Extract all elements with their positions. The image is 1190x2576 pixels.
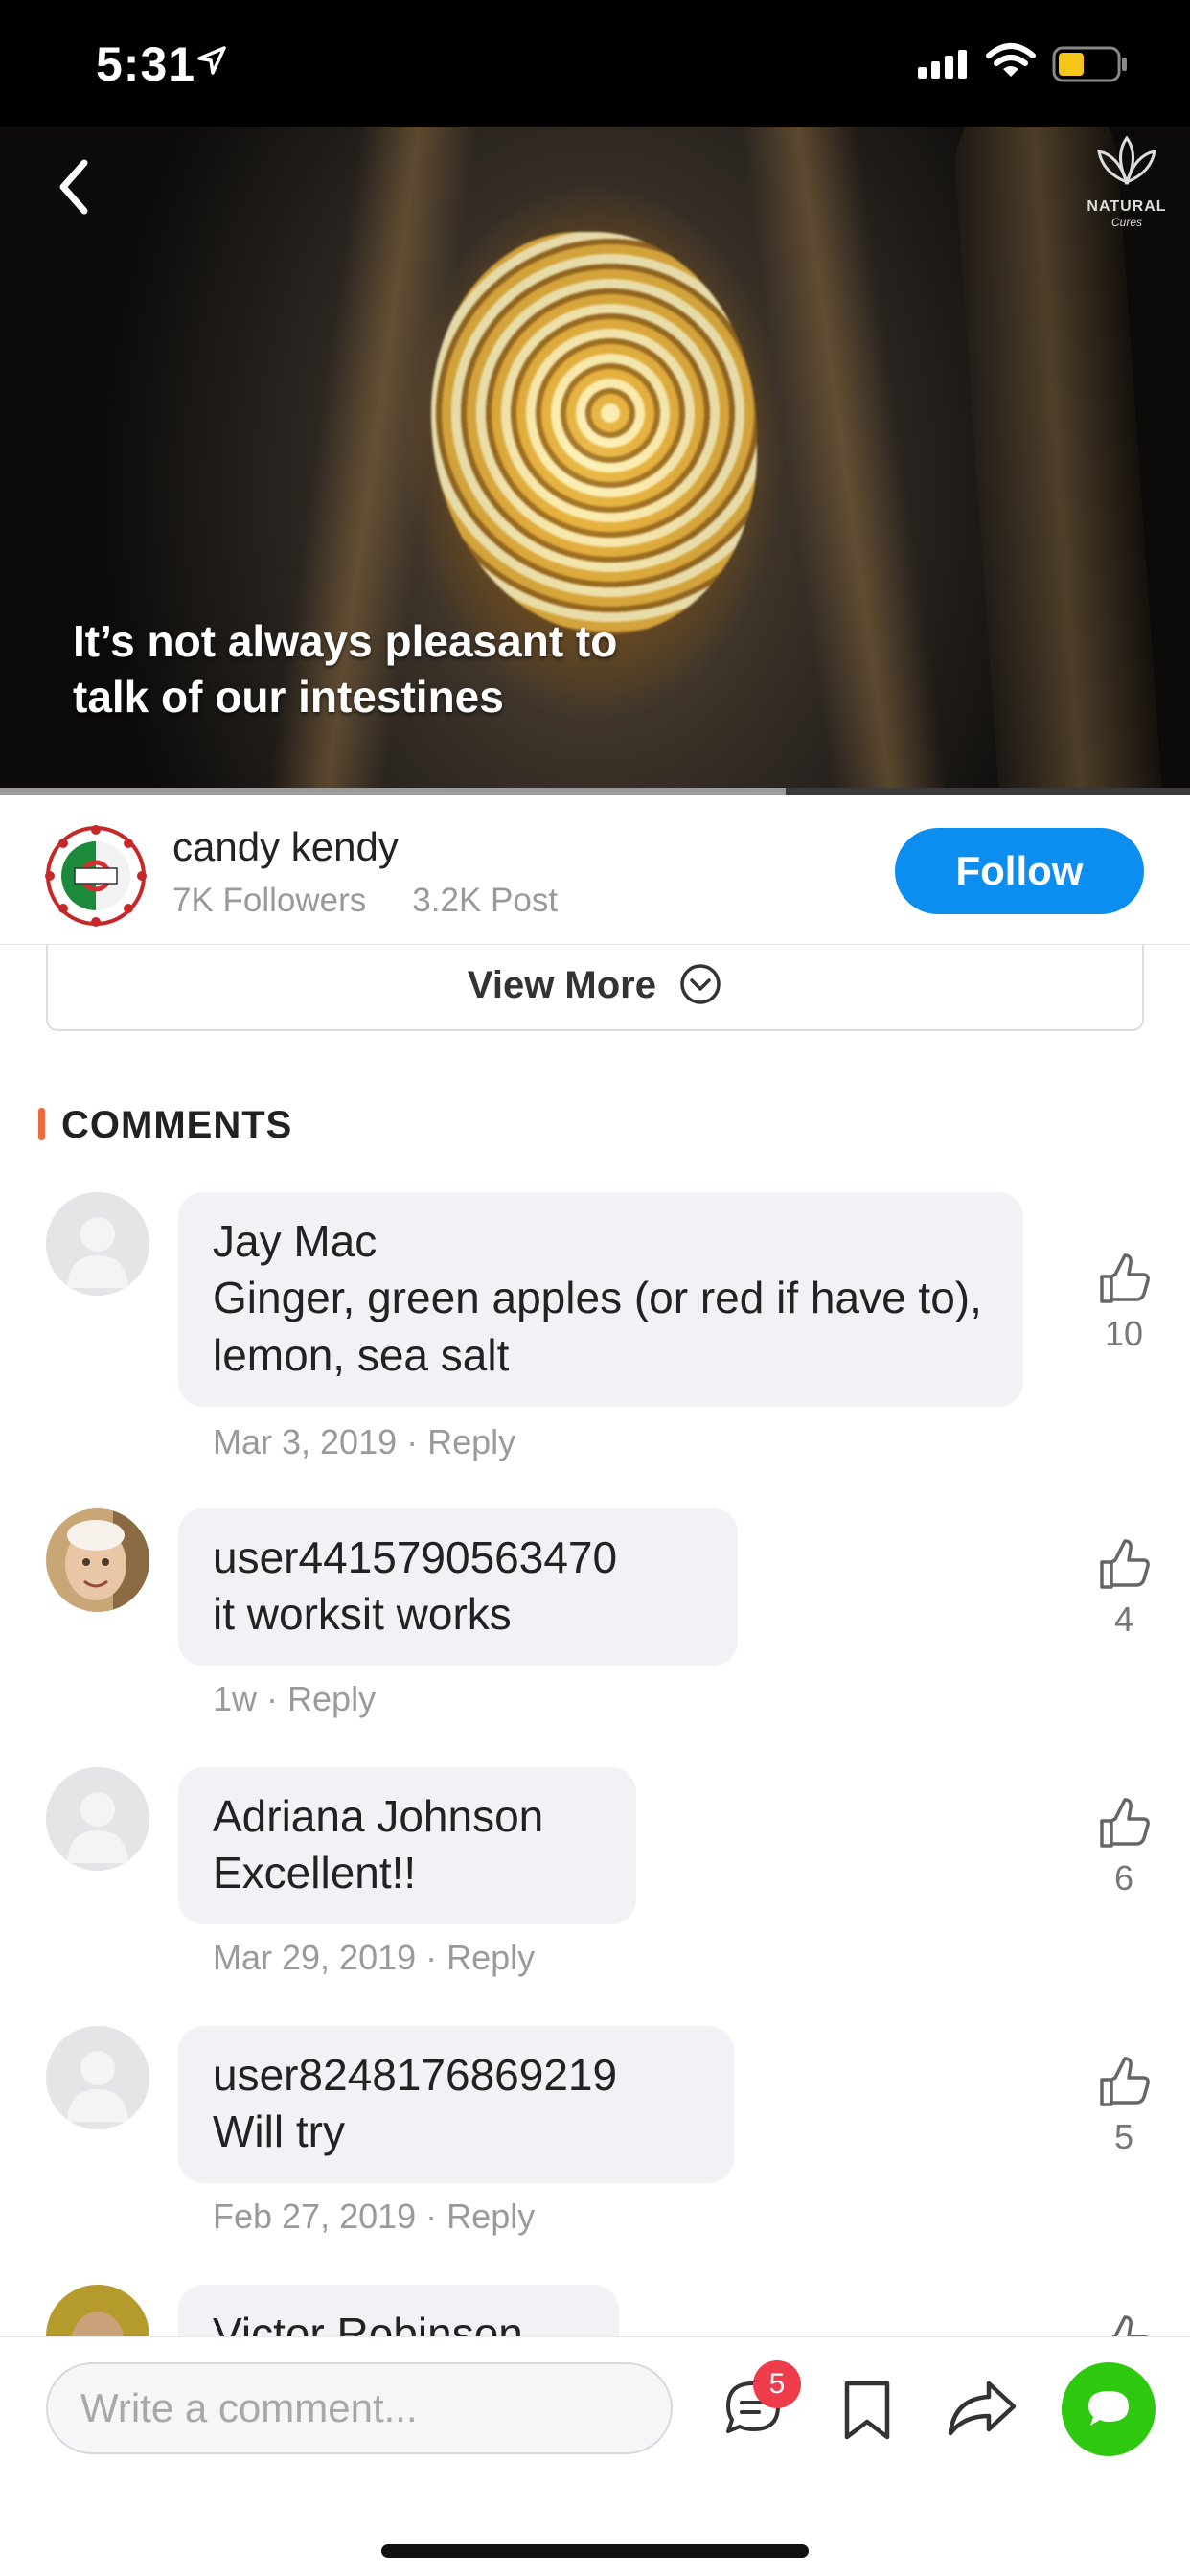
video-caption-line-1: It’s not always pleasant to (73, 616, 618, 666)
comment-text: Excellent!! (213, 1848, 417, 1898)
user-avatar[interactable] (46, 1508, 149, 1612)
home-indicator (381, 2544, 809, 2558)
bottom-bar: 5 (0, 2336, 1190, 2576)
comment-date: Mar 29, 2019 (213, 1938, 417, 1977)
like-count: 10 (1104, 1314, 1144, 1353)
video-caption: It’s not always pleasant to talk of our … (73, 613, 744, 724)
location-arrow-icon (197, 46, 226, 75)
brand-logo-subtext: Cures (1110, 216, 1142, 229)
thumbs-up-icon (1100, 1254, 1150, 1303)
default-avatar-icon[interactable] (46, 2026, 149, 2129)
brand-logo: NATURAL Cures (1081, 134, 1173, 249)
comment-date: Mar 3, 2019 (213, 1422, 398, 1461)
comment-meta: Mar 29, 2019 · Reply (213, 1938, 536, 1977)
chat-icon (1088, 2391, 1129, 2426)
thumbs-up-icon (1100, 1539, 1150, 1589)
like-button[interactable]: 6 (1090, 1796, 1157, 1898)
comment-meta: 1w · Reply (213, 1679, 377, 1718)
video-caption-line-2: talk of our intestines (73, 672, 504, 722)
reply-button[interactable]: Reply (446, 1938, 535, 1977)
comment-bubble[interactable]: user4415790563470 it worksit works (178, 1508, 738, 1666)
status-time: 5:31 (96, 37, 196, 91)
like-count: 5 (1113, 2117, 1134, 2156)
bookmark-icon[interactable] (839, 2380, 895, 2441)
comment-date: 1w (213, 1679, 258, 1718)
comment-text: Ginger, green apples (or red if have to)… (213, 1273, 982, 1380)
author-posts: 3.2K Post (412, 882, 559, 919)
like-button[interactable]: 10 (1090, 1252, 1157, 1354)
chat-button[interactable] (1062, 2362, 1156, 2456)
comment-author[interactable]: user8248176869219 (213, 2047, 699, 2103)
thumbs-up-icon (1100, 2057, 1150, 2106)
like-count: 4 (1113, 1599, 1134, 1639)
comment-text: it worksit works (213, 1589, 512, 1639)
chevron-down-circle-icon (680, 964, 721, 1005)
share-icon[interactable] (947, 2378, 1018, 2439)
default-avatar-icon[interactable] (46, 1192, 149, 1296)
reply-button[interactable]: Reply (446, 2196, 535, 2236)
comment-author[interactable]: Jay Mac (213, 1213, 989, 1269)
like-button[interactable]: 4 (1090, 1537, 1157, 1640)
thumbs-up-icon (1100, 1798, 1150, 1848)
default-avatar-icon[interactable] (46, 1767, 149, 1871)
video-progress-bar[interactable] (0, 788, 1190, 795)
like-button[interactable]: 5 (1090, 2055, 1157, 2157)
view-more-button[interactable]: View More (46, 945, 1144, 1031)
cellular-signal-icon (918, 50, 967, 79)
video-progress-fill (0, 788, 786, 795)
comment-author[interactable]: user4415790563470 (213, 1530, 703, 1585)
battery-icon (1052, 46, 1127, 82)
video-player[interactable]: NATURAL Cures It’s not always pleasant t… (0, 126, 1190, 795)
comment-date: Feb 27, 2019 (213, 2196, 417, 2236)
reply-button[interactable]: Reply (287, 1679, 376, 1718)
author-name[interactable]: candy kendy (172, 824, 399, 870)
author-followers: 7K Followers (172, 882, 367, 919)
like-count: 6 (1113, 1858, 1134, 1898)
video-frame-torso-right (732, 126, 954, 795)
comment-text: Will try (213, 2106, 345, 2156)
author-bar: candy kendy 7K Followers 3.2K Post Follow (0, 795, 1190, 945)
brand-logo-text: NATURAL (1087, 198, 1167, 215)
follow-button[interactable]: Follow (895, 828, 1144, 914)
comment-bubble[interactable]: Jay Mac Ginger, green apples (or red if … (178, 1192, 1023, 1407)
comments-accent-bar (38, 1108, 45, 1140)
comment-meta: Mar 3, 2019 · Reply (213, 1422, 516, 1461)
video-frame-intestine (431, 232, 757, 634)
view-more-label: View More (467, 964, 656, 1006)
comment-author[interactable]: Adriana Johnson (213, 1788, 602, 1844)
comment-input[interactable] (46, 2362, 673, 2454)
comment-bubble[interactable]: Adriana Johnson Excellent!! (178, 1767, 636, 1924)
wifi-icon (986, 43, 1036, 77)
reply-button[interactable]: Reply (427, 1422, 515, 1461)
author-avatar[interactable] (44, 824, 148, 928)
comment-meta: Feb 27, 2019 · Reply (213, 2196, 536, 2236)
status-bar: 5:31 (0, 0, 1190, 126)
comments-title: COMMENTS (61, 1104, 293, 1146)
back-chevron-icon[interactable] (50, 153, 100, 220)
author-stats: 7K Followers 3.2K Post (172, 882, 558, 920)
lotus-icon (1097, 135, 1156, 186)
comment-count-badge: 5 (753, 2360, 801, 2408)
comment-bubble[interactable]: user8248176869219 Will try (178, 2026, 734, 2183)
